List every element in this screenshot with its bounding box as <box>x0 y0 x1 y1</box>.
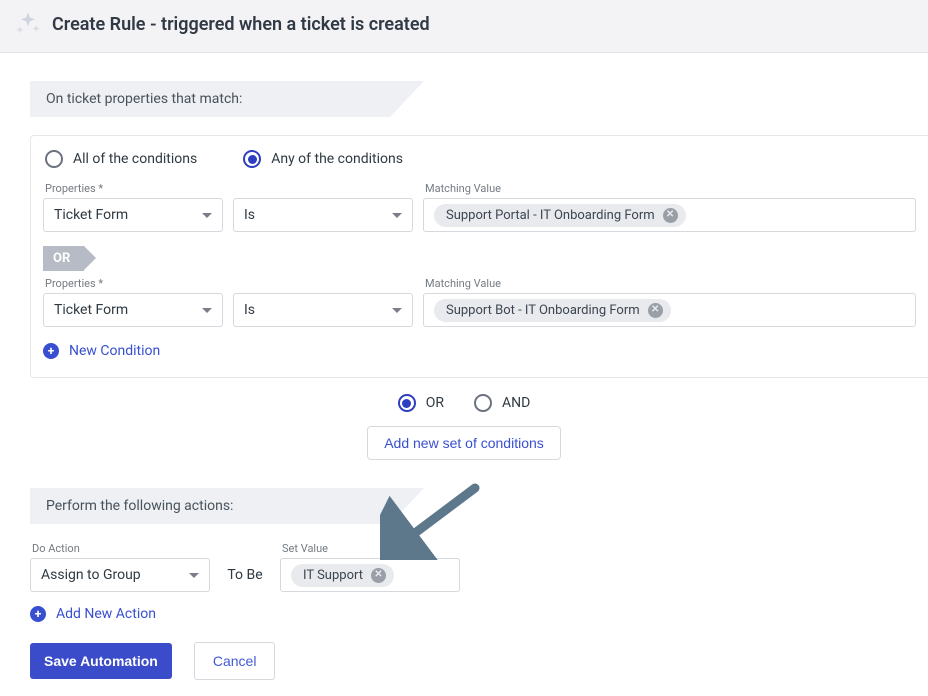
radio-set-and[interactable]: AND <box>474 394 530 412</box>
value-chip-text: Support Portal - IT Onboarding Form <box>446 208 655 223</box>
operator-select[interactable]: Is <box>233 198 413 232</box>
actions-section-title: Perform the following actions: <box>30 488 390 524</box>
value-label: Matching Value <box>423 277 916 290</box>
match-section-title-wrap: On ticket properties that match: <box>30 81 928 117</box>
value-chip: Support Portal - IT Onboarding Form ✕ <box>434 204 686 227</box>
actions-area: Do Action Assign to Group To Be Set Valu… <box>30 542 928 622</box>
radio-any-conditions[interactable]: Any of the conditions <box>243 150 403 168</box>
operator-value: Is <box>244 207 255 223</box>
value-chip-text: Support Bot - IT Onboarding Form <box>446 303 640 318</box>
value-chip-text: IT Support <box>303 568 363 583</box>
chevron-down-icon <box>189 573 199 578</box>
add-set-button[interactable]: Add new set of conditions <box>367 426 561 460</box>
value-col: Matching Value Support Portal - IT Onboa… <box>423 182 916 232</box>
remove-chip-icon[interactable]: ✕ <box>663 208 678 223</box>
value-label: Matching Value <box>423 182 916 195</box>
property-select[interactable]: Ticket Form <box>43 293 223 327</box>
property-label: Properties * <box>43 277 223 290</box>
tobe-col: To Be <box>220 542 270 592</box>
property-col: Properties * Ticket Form <box>43 277 223 327</box>
sparkle-icon <box>14 10 42 38</box>
new-condition-label: New Condition <box>69 343 160 359</box>
operator-col: Is <box>233 182 413 232</box>
radio-all-label: All of the conditions <box>73 151 197 167</box>
blank-label <box>220 542 270 555</box>
condition-row: Properties * Ticket Form Is Matching Val… <box>43 277 916 327</box>
blank-label <box>233 182 413 195</box>
condition-row: Properties * Ticket Form Is Matching Val… <box>43 182 916 232</box>
action-row: Do Action Assign to Group To Be Set Valu… <box>30 542 916 592</box>
set-value-col: Set Value IT Support ✕ <box>280 542 460 592</box>
radio-set-and-label: AND <box>502 395 530 411</box>
tobe-text: To Be <box>220 558 270 592</box>
radio-set-or-label: OR <box>426 395 444 411</box>
chevron-down-icon <box>392 213 402 218</box>
radio-icon <box>398 394 416 412</box>
blank-label <box>233 277 413 290</box>
property-label: Properties * <box>43 182 223 195</box>
match-mode-row: All of the conditions Any of the conditi… <box>43 150 916 168</box>
save-automation-button[interactable]: Save Automation <box>30 643 172 679</box>
operator-value: Is <box>244 302 255 318</box>
do-action-select[interactable]: Assign to Group <box>30 558 210 592</box>
do-action-label: Do Action <box>30 542 210 555</box>
property-col: Properties * Ticket Form <box>43 182 223 232</box>
radio-set-or[interactable]: OR <box>398 394 444 412</box>
plus-icon: + <box>30 606 46 622</box>
property-value: Ticket Form <box>54 302 128 318</box>
conditions-block: All of the conditions Any of the conditi… <box>30 135 928 378</box>
page-title: Create Rule - triggered when a ticket is… <box>52 14 430 35</box>
or-flag: OR <box>43 246 916 271</box>
footer: Save Automation Cancel <box>0 642 928 680</box>
add-new-action-link[interactable]: + Add New Action <box>30 606 156 622</box>
remove-chip-icon[interactable]: ✕ <box>371 568 386 583</box>
radio-all-conditions[interactable]: All of the conditions <box>45 150 197 168</box>
operator-col: Is <box>233 277 413 327</box>
set-value-input[interactable]: IT Support ✕ <box>280 558 460 592</box>
new-condition-link[interactable]: + New Condition <box>43 343 160 359</box>
or-flag-label: OR <box>43 246 84 271</box>
chevron-down-icon <box>392 308 402 313</box>
value-chip: IT Support ✕ <box>291 564 394 587</box>
set-value-label: Set Value <box>280 542 460 555</box>
topbar: Create Rule - triggered when a ticket is… <box>0 0 928 53</box>
between-set-radio-row: OR AND <box>0 394 928 412</box>
cancel-button[interactable]: Cancel <box>194 642 276 680</box>
add-set-wrap: Add new set of conditions <box>0 426 928 460</box>
matching-value-input[interactable]: Support Bot - IT Onboarding Form ✕ <box>423 293 916 327</box>
do-action-value: Assign to Group <box>41 567 141 583</box>
radio-any-label: Any of the conditions <box>271 151 403 167</box>
actions-section-title-wrap: Perform the following actions: <box>30 488 928 524</box>
radio-icon <box>243 150 261 168</box>
property-value: Ticket Form <box>54 207 128 223</box>
value-chip: Support Bot - IT Onboarding Form ✕ <box>434 299 671 322</box>
remove-chip-icon[interactable]: ✕ <box>648 303 663 318</box>
do-action-col: Do Action Assign to Group <box>30 542 210 592</box>
match-section-title: On ticket properties that match: <box>30 81 390 117</box>
chevron-down-icon <box>202 308 212 313</box>
radio-icon <box>45 150 63 168</box>
radio-icon <box>474 394 492 412</box>
plus-icon: + <box>43 343 59 359</box>
chevron-down-icon <box>202 213 212 218</box>
property-select[interactable]: Ticket Form <box>43 198 223 232</box>
add-new-action-label: Add New Action <box>56 606 156 622</box>
matching-value-input[interactable]: Support Portal - IT Onboarding Form ✕ <box>423 198 916 232</box>
value-col: Matching Value Support Bot - IT Onboardi… <box>423 277 916 327</box>
operator-select[interactable]: Is <box>233 293 413 327</box>
